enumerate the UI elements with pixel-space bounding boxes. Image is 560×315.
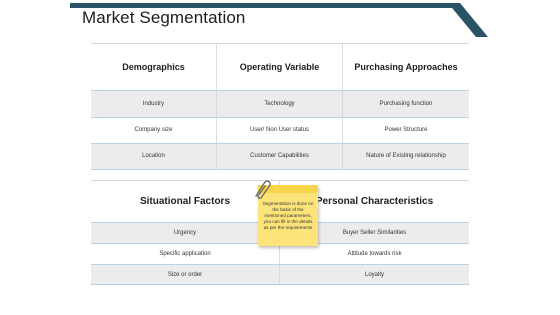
table-cell: Company size [91, 117, 217, 143]
title-accent-corner [448, 3, 488, 37]
sticky-note-text: Segmentation is done on the basis of the… [262, 201, 314, 230]
table-cell: Urgency [91, 223, 280, 243]
table-row: Specific application Attitude towards ri… [91, 243, 469, 264]
table-cell: Purchasing function [379, 100, 433, 107]
table-cell: Specific application [91, 244, 280, 264]
table-cell: Customer Capabilities [217, 144, 343, 169]
table-cell: Power Structure [384, 127, 428, 134]
table-cell: Nature of Existing relationship [366, 153, 446, 160]
page-title: Market Segmentation [82, 8, 246, 27]
header-operating-variable: Operating Variable [217, 44, 343, 90]
table-row: Industry Technology Purchasing function [91, 90, 469, 117]
table-cell: Loyalty [364, 271, 384, 278]
table-cell: User/ Non User status [217, 117, 343, 143]
table-row: Size or order Loyalty [91, 264, 469, 285]
table-row: Company size User/ Non User status Power… [91, 116, 469, 143]
paperclip-icon [255, 180, 271, 199]
table-header-row: Demographics Operating Variable Purchasi… [91, 43, 469, 90]
segmentation-table-primary: Demographics Operating Variable Purchasi… [91, 43, 469, 170]
table-cell: Technology [217, 91, 343, 117]
table-cell: Attitude towards risk [347, 251, 402, 257]
header-demographics: Demographics [91, 44, 217, 90]
table-row: Location Customer Capabilities Nature of… [91, 143, 469, 170]
table-cell: Location [91, 144, 217, 169]
table-cell: Industry [91, 91, 217, 117]
table-cell: Size or order [91, 265, 280, 284]
header-purchasing-approaches: Purchasing Approaches [354, 62, 458, 72]
